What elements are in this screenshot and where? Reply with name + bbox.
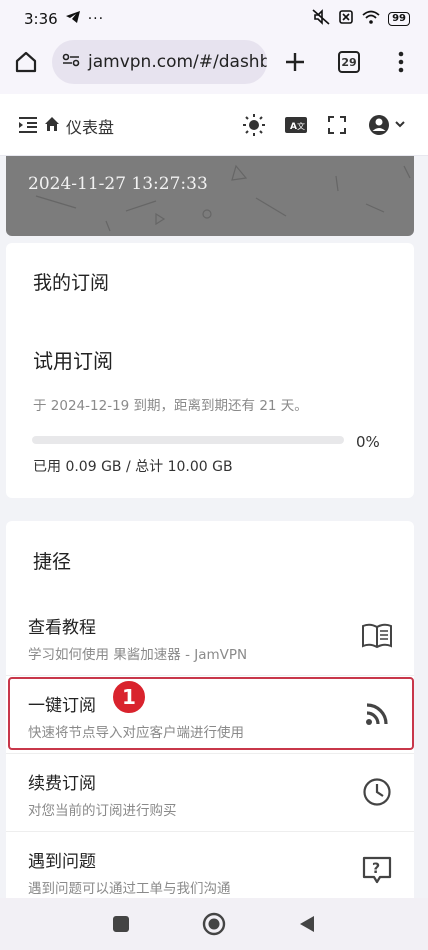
- clock-icon: [360, 775, 394, 809]
- shortcut-help[interactable]: 遇到问题 遇到问题可以通过工单与我们沟通 ?: [6, 831, 414, 898]
- home-button-icon[interactable]: [202, 912, 226, 940]
- shortcut-renew[interactable]: 续费订阅 对您当前的订阅进行购买: [6, 753, 414, 831]
- banner-pattern: [35, 164, 411, 232]
- url-bar[interactable]: jamvpn.com/#/dashbo: [52, 40, 267, 84]
- status-bar: 3:36 ··· 99: [0, 0, 428, 38]
- tab-switcher-button[interactable]: 29: [338, 51, 360, 73]
- more-notifications-icon: ···: [87, 11, 105, 27]
- help-chat-icon: ?: [360, 853, 394, 887]
- battery-icon: 99: [388, 12, 410, 26]
- shortcut-desc: 对您当前的订阅进行购买: [28, 803, 177, 819]
- home-nav-icon: [44, 116, 60, 136]
- browser-menu-icon[interactable]: [396, 50, 406, 78]
- progress-percent: 0%: [356, 433, 380, 451]
- user-avatar-icon[interactable]: [368, 113, 408, 141]
- url-text: jamvpn.com/#/dashbo: [88, 52, 267, 72]
- telegram-icon: [65, 11, 80, 27]
- status-time: 3:36: [24, 10, 58, 28]
- breadcrumb-title: 仪表盘: [66, 118, 115, 137]
- shortcuts-section-title: 捷径: [33, 551, 72, 573]
- menu-collapse-icon[interactable]: [18, 116, 38, 138]
- translate-icon[interactable]: A文: [285, 117, 307, 137]
- shortcut-desc: 学习如何使用 果酱加速器 - JamVPN: [28, 647, 248, 663]
- usage-text: 已用 0.09 GB / 总计 10.00 GB: [33, 459, 233, 475]
- recent-apps-icon[interactable]: [113, 916, 129, 936]
- theme-toggle-icon[interactable]: [243, 114, 265, 140]
- svg-text:文: 文: [297, 121, 305, 131]
- shortcut-title: 续费订阅: [28, 774, 96, 794]
- fullscreen-icon[interactable]: [328, 116, 346, 138]
- sim-off-icon: [338, 9, 354, 29]
- app-header: 仪表盘 A文: [0, 94, 428, 156]
- wifi-icon: [362, 10, 380, 28]
- back-button-icon[interactable]: [298, 914, 316, 938]
- book-icon: [360, 619, 394, 653]
- dashboard-banner: 2024-11-27 13:27:33: [6, 156, 414, 236]
- svg-text:A: A: [290, 122, 297, 132]
- browser-toolbar: jamvpn.com/#/dashbo 29: [0, 38, 428, 94]
- traffic-progress-bar: [32, 436, 344, 444]
- banner-date: 2024-11-27 13:27:33: [28, 174, 208, 194]
- new-tab-icon[interactable]: [283, 50, 307, 78]
- shortcut-title: 查看教程: [28, 618, 96, 638]
- shortcut-title: 遇到问题: [28, 852, 96, 872]
- subscription-section-title: 我的订阅: [33, 272, 110, 294]
- step-badge: 1: [111, 679, 147, 715]
- mute-icon: [312, 9, 330, 29]
- system-navigation-bar: [0, 898, 428, 950]
- svg-text:?: ?: [372, 861, 380, 877]
- shortcut-desc: 遇到问题可以通过工单与我们沟通: [28, 881, 231, 897]
- site-settings-icon[interactable]: [62, 52, 80, 72]
- plan-name: 试用订阅: [33, 349, 113, 373]
- expiry-text: 于 2024-12-19 到期，距离到期还有 21 天。: [33, 398, 308, 414]
- shortcut-tutorial[interactable]: 查看教程 学习如何使用 果酱加速器 - JamVPN: [6, 597, 414, 675]
- highlight-box: [8, 677, 414, 750]
- subscription-card: 我的订阅 试用订阅 于 2024-12-19 到期，距离到期还有 21 天。 0…: [6, 243, 414, 498]
- home-icon[interactable]: [14, 50, 38, 78]
